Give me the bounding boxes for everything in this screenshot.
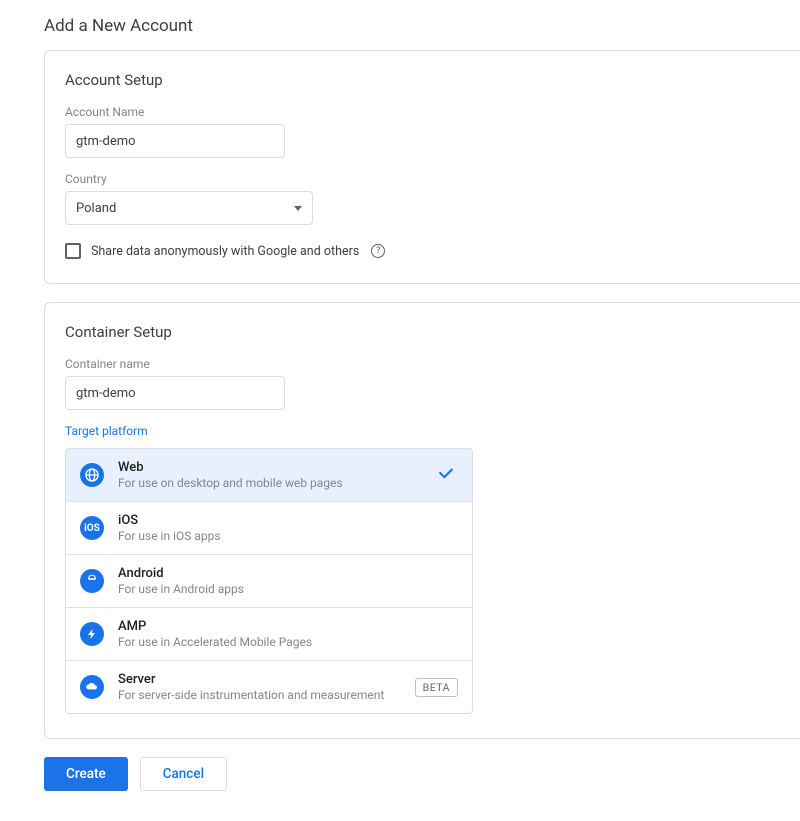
cancel-button[interactable]: Cancel <box>140 757 227 791</box>
help-icon[interactable]: ? <box>371 244 385 258</box>
account-name-input[interactable] <box>65 124 285 158</box>
platform-desc: For use on desktop and mobile web pages <box>118 476 458 490</box>
platform-name: AMP <box>118 619 458 634</box>
platform-name: iOS <box>118 513 458 528</box>
page-title: Add a New Account <box>44 16 800 36</box>
container-name-input[interactable] <box>65 376 285 410</box>
amp-icon <box>80 622 104 646</box>
ios-icon: iOS <box>80 516 104 540</box>
account-setup-heading: Account Setup <box>65 71 780 89</box>
platform-name: Android <box>118 566 458 581</box>
beta-badge: BETA <box>415 678 458 697</box>
platform-item-web[interactable]: Web For use on desktop and mobile web pa… <box>66 449 472 502</box>
share-checkbox[interactable] <box>65 243 81 259</box>
globe-icon <box>80 463 104 487</box>
platform-desc: For use in Android apps <box>118 582 458 596</box>
share-checkbox-label: Share data anonymously with Google and o… <box>91 244 359 259</box>
platform-desc: For server-side instrumentation and meas… <box>118 688 407 702</box>
share-data-row: Share data anonymously with Google and o… <box>65 243 780 259</box>
country-select[interactable]: Poland <box>65 191 313 225</box>
cloud-icon <box>80 675 104 699</box>
account-setup-card: Account Setup Account Name Country Polan… <box>44 50 800 284</box>
target-platform-label: Target platform <box>65 424 780 438</box>
platform-item-ios[interactable]: iOS iOS For use in iOS apps <box>66 502 472 555</box>
container-setup-card: Container Setup Container name Target pl… <box>44 302 800 739</box>
create-button[interactable]: Create <box>44 757 128 791</box>
country-selected-value: Poland <box>76 201 116 216</box>
platform-item-android[interactable]: Android For use in Android apps <box>66 555 472 608</box>
account-name-label: Account Name <box>65 105 780 119</box>
platform-item-server[interactable]: Server For server-side instrumentation a… <box>66 661 472 713</box>
platform-desc: For use in Accelerated Mobile Pages <box>118 635 458 649</box>
platform-name: Server <box>118 672 407 687</box>
android-icon <box>80 569 104 593</box>
platform-item-amp[interactable]: AMP For use in Accelerated Mobile Pages <box>66 608 472 661</box>
chevron-down-icon <box>294 206 302 211</box>
container-name-label: Container name <box>65 357 780 371</box>
container-setup-heading: Container Setup <box>65 323 780 341</box>
country-label: Country <box>65 172 780 186</box>
check-icon <box>436 463 456 487</box>
platform-list: Web For use on desktop and mobile web pa… <box>65 448 473 714</box>
action-buttons: Create Cancel <box>44 757 800 791</box>
platform-desc: For use in iOS apps <box>118 529 458 543</box>
platform-name: Web <box>118 460 458 475</box>
